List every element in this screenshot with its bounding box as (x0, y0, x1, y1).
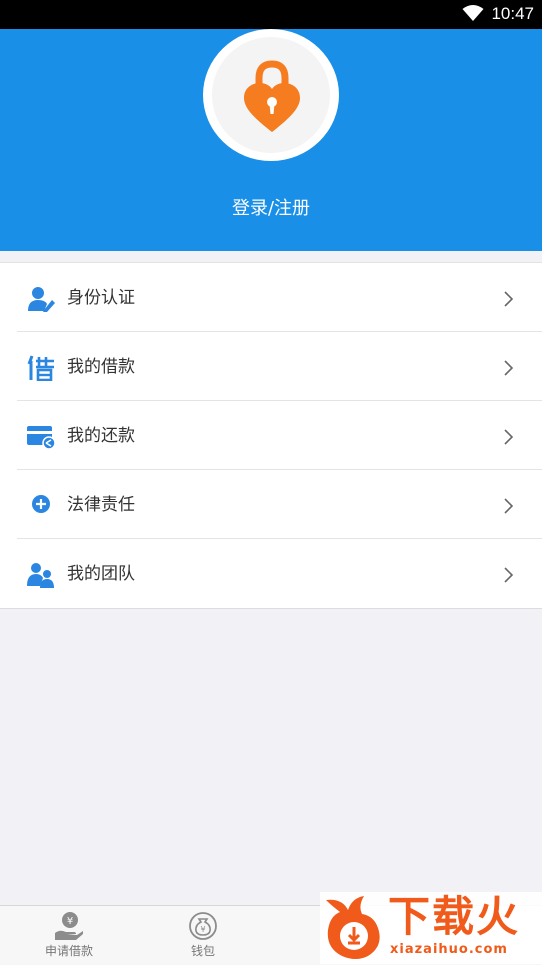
menu-item-identity[interactable]: 身份认证 (0, 263, 542, 332)
menu-item-my-team[interactable]: 我的团队 (0, 539, 542, 608)
avatar[interactable] (203, 29, 339, 161)
svg-text:¥: ¥ (200, 925, 205, 934)
menu-list: 身份认证 我的借款 我的还款 法律责任 我的团队 (0, 262, 542, 609)
chevron-right-icon (504, 567, 514, 583)
menu-item-label: 我的团队 (67, 564, 135, 584)
menu-item-label: 身份认证 (67, 288, 135, 308)
menu-item-label: 我的还款 (67, 426, 135, 446)
svg-text:¥: ¥ (67, 916, 73, 927)
wallet-icon: ¥ (189, 912, 217, 940)
status-time: 10:47 (491, 4, 534, 23)
menu-item-label: 法律责任 (67, 495, 135, 515)
status-bar: 10:47 (0, 0, 542, 29)
chevron-right-icon (504, 498, 514, 514)
chevron-right-icon (504, 429, 514, 445)
tab-label: 申请借款 (44, 944, 93, 958)
login-register-link[interactable]: 登录/注册 (0, 197, 542, 221)
tab-wallet[interactable]: ¥ 钱包 (148, 906, 258, 965)
menu-item-legal-liability[interactable]: 法律责任 (0, 470, 542, 539)
flame-download-icon (326, 896, 380, 959)
menu-item-my-repayments[interactable]: 我的还款 (0, 401, 542, 470)
watermark-logo: 下载火 xiazaihuo.com (320, 892, 542, 964)
borrow-icon (27, 355, 54, 381)
avatar-inner (212, 37, 330, 153)
apply-loan-icon: ¥ (55, 912, 83, 940)
menu-item-my-loans[interactable]: 我的借款 (0, 332, 542, 401)
menu-item-label: 我的借款 (67, 357, 135, 377)
tab-label: 钱包 (190, 944, 215, 958)
tab-apply-loan[interactable]: ¥ 申请借款 (14, 906, 124, 965)
chevron-right-icon (504, 360, 514, 376)
chevron-right-icon (504, 291, 514, 307)
plus-circle-icon (32, 495, 50, 513)
watermark-url: xiazaihuo.com (390, 942, 508, 957)
heart-lock-icon (244, 60, 300, 132)
wifi-icon (462, 5, 484, 21)
repayment-card-icon (27, 426, 55, 450)
watermark-title: 下载火 (388, 892, 521, 941)
identity-verify-icon (28, 287, 55, 312)
team-icon (27, 563, 54, 588)
profile-header: 登录/注册 (0, 29, 542, 251)
